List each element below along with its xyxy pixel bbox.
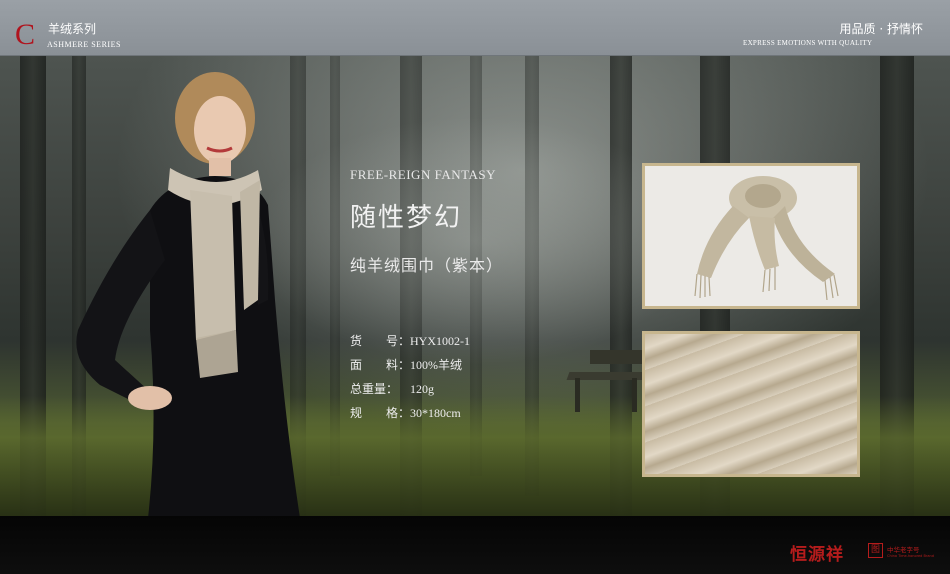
time-honored-brand-text-en: China Time-honored Brand — [887, 554, 934, 558]
bench — [590, 350, 645, 364]
scarf-texture-photo — [642, 331, 860, 477]
spec-value: 100%羊绒 — [410, 358, 462, 372]
model-photo — [76, 72, 300, 518]
slogan-cn: 用品质 · 抒情怀 — [839, 22, 923, 36]
spec-value: HYX1002-1 — [410, 334, 470, 348]
spec-item-number: 货 号：HYX1002-1 — [350, 332, 470, 356]
spec-size: 规 格：30*180cm — [350, 404, 470, 428]
spec-value: 30*180cm — [410, 406, 461, 420]
scarf-product-photo — [642, 163, 860, 309]
spec-material: 面 料：100%羊绒 — [350, 356, 470, 380]
spec-weight: 总重量： 120g — [350, 380, 470, 404]
spec-label: 面 料： — [350, 358, 411, 372]
time-honored-seal-icon: 图 — [868, 543, 883, 558]
spec-label: 总重量： — [350, 382, 399, 396]
product-specs: 货 号：HYX1002-1 面 料：100%羊绒 总重量： 120g 规 格：30… — [350, 332, 470, 428]
spec-label: 规 格： — [350, 406, 411, 420]
product-name-cn: 随性梦幻 — [350, 203, 463, 233]
spec-value: 120g — [410, 382, 434, 396]
slogan-en: EXPRESS EMOTIONS WITH QUALITY — [743, 39, 873, 47]
time-honored-brand-text: 中华老字号 — [887, 546, 920, 554]
product-subtitle: 纯羊绒围巾（紫本） — [350, 256, 504, 275]
brand-logo: 恒源祥 — [790, 545, 844, 565]
product-name-en: FREE-REIGN FANTASY — [350, 167, 497, 182]
spec-label: 货 号： — [350, 334, 411, 348]
